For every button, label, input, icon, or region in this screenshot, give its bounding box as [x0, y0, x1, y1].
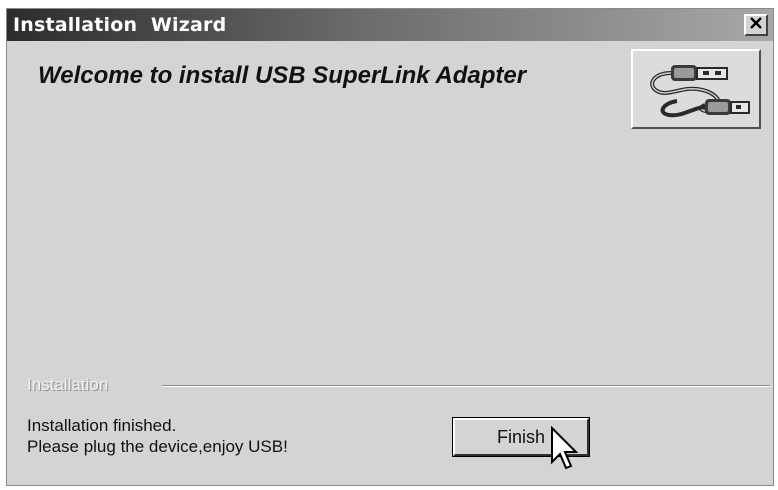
status-line-plug-device: Please plug the device,enjoy USB! — [27, 437, 288, 456]
status-line-finished: Installation finished. — [27, 416, 177, 435]
mouse-pointer-icon — [550, 425, 580, 474]
installation-group-label: Installation — [27, 375, 109, 394]
title-bar[interactable]: Installation Wizard — [7, 9, 773, 41]
group-divider — [162, 385, 770, 387]
close-button[interactable] — [744, 14, 768, 36]
window-title: Installation Wizard — [13, 14, 227, 36]
status-message: Installation finished. Please plug the d… — [27, 415, 288, 457]
welcome-heading: Welcome to install USB SuperLink Adapter — [38, 62, 527, 89]
close-icon — [749, 16, 763, 34]
installation-wizard-window: Installation Wizard Welcome to install U… — [6, 8, 774, 486]
usb-logo-panel — [631, 49, 761, 129]
